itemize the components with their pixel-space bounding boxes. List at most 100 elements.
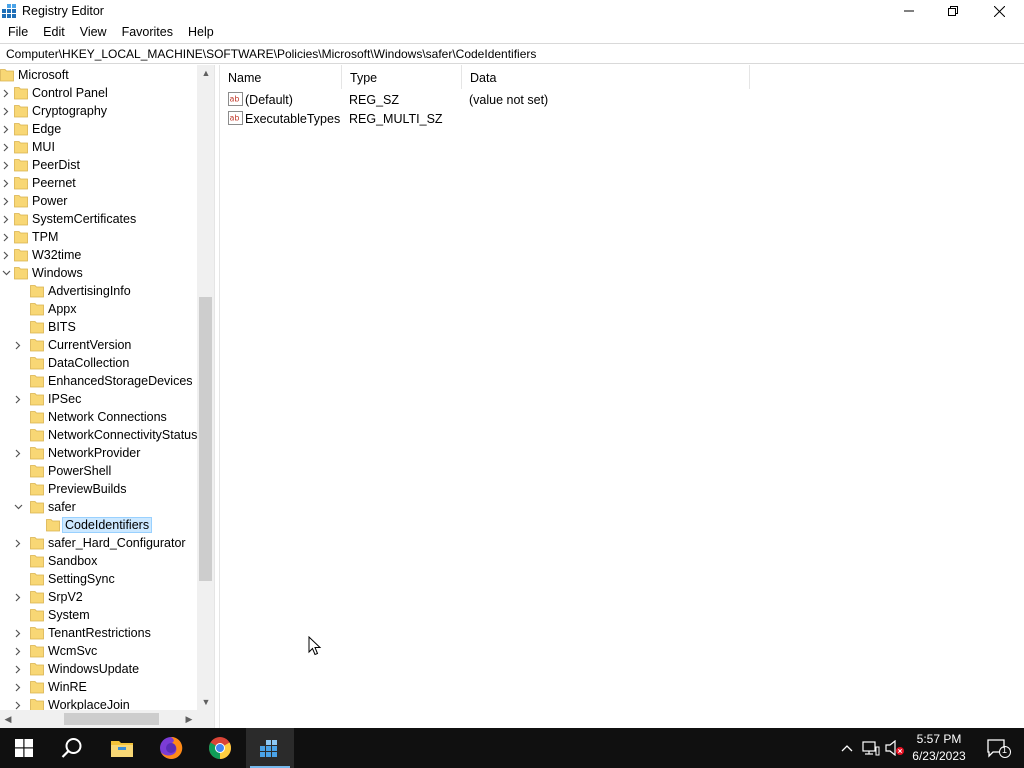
tree-item[interactable]: MUI [0,138,197,156]
network-icon[interactable] [861,738,881,758]
tree-item[interactable]: CodeIdentifiers [0,516,197,534]
tree-item[interactable]: safer [0,498,197,516]
vertical-scroll-thumb[interactable] [199,297,212,581]
folder-icon [30,321,44,334]
tree-item[interactable]: System [0,606,197,624]
horizontal-scroll-thumb[interactable] [64,713,159,725]
chevron-right-icon[interactable] [0,138,12,156]
tree-item[interactable]: PowerShell [0,462,197,480]
folder-icon [30,357,44,370]
tree-item[interactable]: BITS [0,318,197,336]
tree-item[interactable]: DataCollection [0,354,197,372]
tree-vertical-scrollbar[interactable]: ▲ ▼ [197,65,214,710]
chevron-right-icon[interactable] [12,390,24,408]
column-header-type[interactable]: Type [342,65,462,89]
tree-item[interactable]: WindowsUpdate [0,660,197,678]
tree-item[interactable]: TenantRestrictions [0,624,197,642]
value-row[interactable]: ab (Default) REG_SZ (value not set) [220,90,1024,109]
folder-icon [30,285,44,298]
chevron-right-icon[interactable] [0,210,12,228]
tree-item[interactable]: W32time [0,246,197,264]
tree-item[interactable]: safer_Hard_Configurator [0,534,197,552]
tree-item[interactable]: TPM [0,228,197,246]
tree-item[interactable]: AdvertisingInfo [0,282,197,300]
value-type: REG_MULTI_SZ [349,112,443,126]
menu-edit[interactable]: Edit [35,22,72,42]
column-header-data[interactable]: Data [462,65,750,89]
tree-item[interactable]: SystemCertificates [0,210,197,228]
scroll-right-arrow-icon[interactable]: ▶ [181,710,197,728]
taskbar-chrome[interactable] [196,728,244,768]
chevron-right-icon[interactable] [12,678,24,696]
chevron-right-icon[interactable] [12,660,24,678]
tree-item[interactable]: PreviewBuilds [0,480,197,498]
tree-item[interactable]: SettingSync [0,570,197,588]
key-tree-pane[interactable]: Microsoft Control Panel Cryptography Edge MU… [0,65,215,728]
tree-item[interactable]: WinRE [0,678,197,696]
chevron-right-icon[interactable] [12,336,24,354]
tree-item[interactable]: Edge [0,120,197,138]
action-center-button[interactable]: 1 [978,728,1018,768]
chevron-right-icon[interactable] [12,642,24,660]
taskbar-clock[interactable]: 5:57 PM 6/23/2023 [905,731,973,765]
taskbar-registry-editor[interactable] [246,728,294,768]
tree-horizontal-scrollbar[interactable]: ◀ ▶ [0,710,197,728]
tree-item[interactable]: SrpV2 [0,588,197,606]
tree-item[interactable]: Control Panel [0,84,197,102]
folder-icon [14,141,28,154]
tree-item[interactable]: PeerDist [0,156,197,174]
tree-item-label: Sandbox [48,554,98,568]
chevron-right-icon[interactable] [12,624,24,642]
minimize-button[interactable] [886,0,932,22]
chevron-right-icon[interactable] [12,588,24,606]
tree-item[interactable]: Peernet [0,174,197,192]
tree-item[interactable]: Power [0,192,197,210]
taskbar-search-button[interactable] [48,728,96,768]
values-list-pane[interactable]: Name Type Data ab (Default) REG_SZ (valu… [219,65,1024,728]
address-bar[interactable]: Computer\HKEY_LOCAL_MACHINE\SOFTWARE\Pol… [0,43,1024,64]
tree-item[interactable]: Appx [0,300,197,318]
tree-item[interactable]: Sandbox [0,552,197,570]
tree-item[interactable]: EnhancedStorageDevices [0,372,197,390]
menu-view[interactable]: View [72,22,114,42]
chevron-down-icon[interactable] [12,498,24,516]
start-button[interactable] [0,728,48,768]
minimize-icon [904,10,914,12]
chevron-right-icon[interactable] [0,174,12,192]
tree-item[interactable]: NetworkConnectivityStatusIr [0,426,205,444]
close-button[interactable] [976,0,1022,22]
address-path[interactable]: Computer\HKEY_LOCAL_MACHINE\SOFTWARE\Pol… [6,47,536,61]
menu-file[interactable]: File [0,22,35,42]
tree-item[interactable]: Windows [0,264,197,282]
menu-favorites[interactable]: Favorites [114,22,180,42]
chevron-down-icon[interactable] [0,264,12,282]
value-row[interactable]: ab ExecutableTypes REG_MULTI_SZ [220,109,1024,128]
tree-item[interactable]: NetworkProvider [0,444,197,462]
chevron-right-icon[interactable] [0,156,12,174]
chevron-right-icon[interactable] [0,120,12,138]
chevron-right-icon[interactable] [12,534,24,552]
column-header-name[interactable]: Name [220,65,342,89]
scroll-up-arrow-icon[interactable]: ▲ [197,65,214,81]
volume-muted-icon[interactable] [885,738,905,758]
scroll-down-arrow-icon[interactable]: ▼ [197,694,214,710]
restore-button[interactable] [930,0,976,22]
chevron-right-icon[interactable] [0,102,12,120]
chevron-right-icon[interactable] [0,192,12,210]
show-hidden-icons-chevron-icon[interactable] [837,738,857,758]
taskbar-file-explorer[interactable] [98,728,146,768]
chevron-right-icon[interactable] [12,444,24,462]
tree-item[interactable]: Cryptography [0,102,197,120]
chevron-right-icon[interactable] [0,246,12,264]
tree-item[interactable]: Microsoft [0,66,197,84]
folder-icon [0,69,14,82]
tree-item[interactable]: Network Connections [0,408,197,426]
tree-item[interactable]: IPSec [0,390,197,408]
tree-item[interactable]: CurrentVersion [0,336,197,354]
scroll-left-arrow-icon[interactable]: ◀ [0,710,16,728]
taskbar-firefox[interactable] [147,728,195,768]
chevron-right-icon[interactable] [0,228,12,246]
tree-item[interactable]: WcmSvc [0,642,197,660]
menu-help[interactable]: Help [180,22,221,42]
chevron-right-icon[interactable] [0,84,12,102]
